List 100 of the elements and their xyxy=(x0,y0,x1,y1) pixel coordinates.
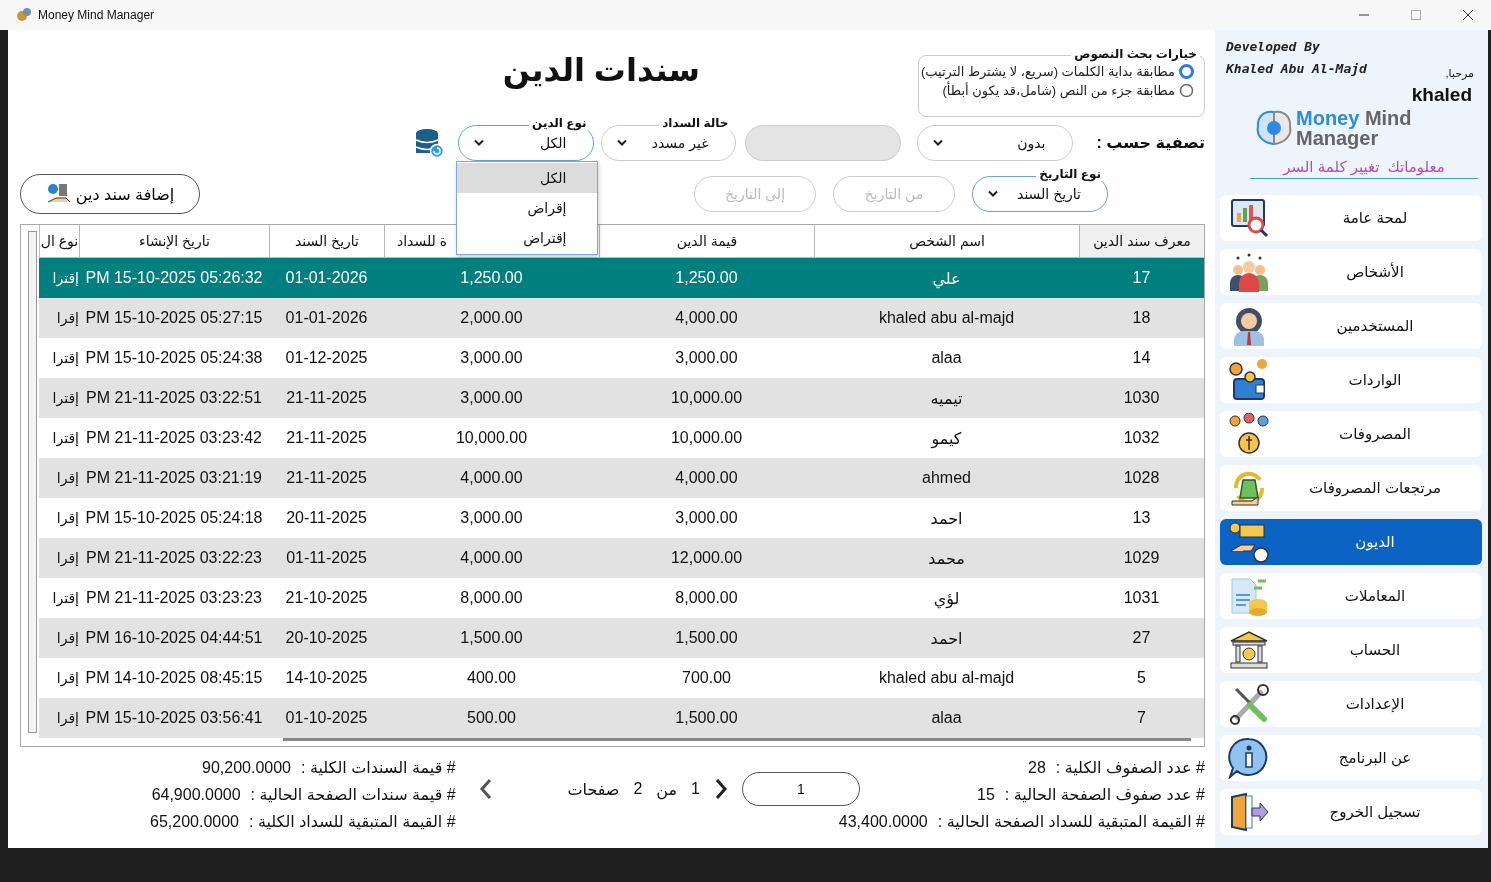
info-icon xyxy=(1228,737,1270,779)
table-cell: إقرا xyxy=(39,698,79,738)
radio-option[interactable]: مطابقة جزء من النص (شامل،قد يكون أبطأ) xyxy=(919,83,1194,98)
table-cell: 21-11-2025 xyxy=(269,378,384,418)
column-header[interactable]: معرف سند الدين xyxy=(1079,225,1204,258)
radio-option[interactable]: مطابقة بداية الكلمات (سريع، لا يشترط الترتيب) xyxy=(919,64,1194,79)
summary-value: 28 xyxy=(1028,758,1046,777)
summary-value: 15 xyxy=(977,785,995,804)
table-cell: PM 21-11-2025 03:22:51 xyxy=(79,378,269,418)
table-cell: 1,500.00 xyxy=(599,618,814,658)
table-cell: 1029 xyxy=(1079,538,1204,578)
add-debt-button[interactable]: إضافة سند دين xyxy=(20,174,200,214)
column-header[interactable]: تاريخ الإنشاء xyxy=(79,225,269,258)
table-cell: تيميه xyxy=(814,378,1079,418)
scrollbar[interactable] xyxy=(283,738,1191,741)
developer-credit: Developed By xyxy=(1226,38,1320,56)
pager-text: صفحات xyxy=(567,779,620,799)
table-cell: 01-10-2025 xyxy=(269,698,384,738)
database-refresh-icon[interactable] xyxy=(413,128,444,158)
table-cell: PM 15-10-2025 05:26:32 xyxy=(79,258,269,298)
app-icon xyxy=(16,7,32,23)
link[interactable]: معلوماتك xyxy=(1387,158,1445,176)
table-cell: 2,000.00 xyxy=(384,298,599,338)
column-header[interactable]: نوع ال xyxy=(39,225,79,258)
greeting-text: مرحبا, xyxy=(1445,67,1474,80)
bank-icon xyxy=(1228,629,1270,671)
dropdown-option[interactable]: إقراض xyxy=(456,193,597,223)
door-arrow-icon xyxy=(1228,791,1270,833)
summary-label: # عدد صفوف الصفحة الحالية : xyxy=(1004,785,1205,804)
table-cell: 500.00 xyxy=(384,698,599,738)
summary-label: # القيمة المتبقية للسداد الكلية : xyxy=(249,812,456,831)
column-header[interactable]: اسم الشخص xyxy=(814,225,1079,258)
sidebar-item[interactable]: الواردات xyxy=(1220,357,1482,403)
scrollbar[interactable] xyxy=(28,231,37,733)
table-cell: PM 21-11-2025 03:22:23 xyxy=(79,538,269,578)
summary-label: # القيمة المتبقية للسداد الصفحة الحالية : xyxy=(937,812,1205,831)
table-cell: محمد xyxy=(814,538,1079,578)
table-cell: احمد xyxy=(814,618,1079,658)
chevron-down-icon xyxy=(931,139,944,147)
dropdown-option[interactable]: إقتراض xyxy=(456,223,597,253)
table-cell: PM 15-10-2025 05:27:15 xyxy=(79,298,269,338)
summary-value: 90,200.0000 xyxy=(202,758,291,777)
user-name: khaled xyxy=(1411,84,1472,106)
sidebar-item[interactable]: تسجيل الخروج xyxy=(1220,789,1482,835)
sidebar-item[interactable]: الأشخاص xyxy=(1220,249,1482,295)
document-coins-icon xyxy=(1228,575,1270,617)
table-cell: alaa xyxy=(814,698,1079,738)
sidebar-item[interactable]: عن البرنامج xyxy=(1220,735,1482,781)
logo-text: Manager xyxy=(1296,128,1380,148)
table-cell: 20-10-2025 xyxy=(269,618,384,658)
dropdown-option[interactable]: الكل xyxy=(456,163,597,193)
table-cell: 1,500.00 xyxy=(384,618,599,658)
table-cell: 01-11-2025 xyxy=(269,538,384,578)
next-page-icon[interactable] xyxy=(714,778,728,800)
table-cell: 10,000.00 xyxy=(599,378,814,418)
table-cell: PM 16-10-2025 04:44:51 xyxy=(79,618,269,658)
wallet-coins-icon xyxy=(1228,359,1270,401)
tools-icon xyxy=(1228,683,1270,725)
table-cell: ahmed xyxy=(814,458,1079,498)
table-cell: إقرا xyxy=(39,538,79,578)
sidebar-item[interactable]: الإعدادات xyxy=(1220,681,1482,727)
current-page: 1 xyxy=(691,780,700,798)
column-header[interactable]: تاريخ السند xyxy=(269,225,384,258)
filter-label: تصفية حسب : xyxy=(1096,133,1205,153)
pager-text: من xyxy=(656,779,678,799)
developer-credit: Khaled Abu Al-Majd xyxy=(1226,60,1367,78)
table-cell: 18 xyxy=(1079,298,1204,338)
link[interactable]: تغيير كلمة السر xyxy=(1283,158,1380,176)
sidebar-item[interactable]: المعاملات xyxy=(1220,573,1482,619)
page-title: سندات الدين xyxy=(502,52,700,88)
table-cell: إقرا xyxy=(39,458,79,498)
table-cell: 3,000.00 xyxy=(384,378,599,418)
summary-label: # قيمة السندات الكلية : xyxy=(301,758,456,777)
previous-page-icon[interactable] xyxy=(479,778,494,800)
summary-label: # عدد الصفوف الكلية : xyxy=(1055,758,1205,777)
table-cell: 01-01-2026 xyxy=(269,298,384,338)
table-cell: 27 xyxy=(1079,618,1204,658)
table-cell: PM 21-11-2025 03:21:19 xyxy=(79,458,269,498)
table-cell: إقترا xyxy=(39,378,79,418)
table-cell: 4,000.00 xyxy=(384,538,599,578)
chevron-down-icon xyxy=(472,139,485,147)
summary-value: 43,400.0000 xyxy=(838,812,928,831)
table-cell: 1,250.00 xyxy=(599,258,814,298)
chart-magnifier-icon xyxy=(1228,197,1270,239)
close-icon xyxy=(1462,9,1474,21)
hand-cash-icon xyxy=(1228,521,1270,563)
sidebar-item[interactable]: الحساب xyxy=(1220,627,1482,673)
sidebar-item[interactable]: المصروفات xyxy=(1220,411,1482,457)
sidebar-item[interactable]: مرتجعات المصروفات xyxy=(1220,465,1482,511)
filter-dropdown[interactable]: بدون xyxy=(916,125,1073,161)
table-cell: khaled abu al-majd xyxy=(814,298,1079,338)
table-cell: 21-11-2025 xyxy=(269,458,384,498)
table-cell: إقرا xyxy=(39,298,79,338)
table-cell: 1,500.00 xyxy=(599,698,814,738)
sidebar-item[interactable]: الديون xyxy=(1220,519,1482,565)
table-cell: 4,000.00 xyxy=(599,298,814,338)
sidebar-item[interactable]: المستخدمين xyxy=(1220,303,1482,349)
table-cell: 01-01-2026 xyxy=(269,258,384,298)
sidebar-item[interactable]: لمحة عامة xyxy=(1220,195,1482,241)
column-header[interactable]: قيمة الدين xyxy=(599,225,814,258)
